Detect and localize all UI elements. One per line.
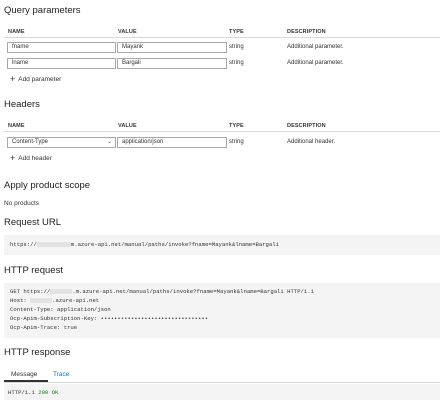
request-url-box: https://m.azure-api.net/manual/paths/inv… [4,235,440,255]
tab-message[interactable]: Message [11,371,37,378]
plus-icon: + [10,153,16,163]
header-name-select[interactable]: Content-Type ⌄ [7,137,116,148]
header-description: Additional header. [287,139,336,145]
add-parameter-button[interactable]: + Add parameter [10,74,62,84]
chevron-down-icon: ⌄ [106,139,112,145]
header-value-input[interactable]: application/json [117,137,227,148]
product-scope-title: Apply product scope [4,180,91,191]
header-type: string [229,139,244,145]
subscription-key-line: Ocp-Apim-Subscription-Key: •••••••••••••… [10,315,209,322]
request-url-text: https://m.azure-api.net/manual/paths/inv… [10,241,279,248]
header-name-value: Content-Type [12,139,49,145]
http-request-title: HTTP request [4,265,63,276]
headers-title: Headers [4,99,40,110]
col-name: NAME [8,29,25,35]
param-value-input[interactable]: Bargali [117,58,227,69]
param-name-input[interactable]: lname [7,58,116,69]
http-request-box: GET https://.m.azure-api.net/manual/path… [4,283,440,338]
request-url-title: Request URL [4,217,62,228]
http-response-title: HTTP response [4,347,71,358]
divider [4,37,440,38]
col-description: DESCRIPTION [287,29,326,35]
col-type: TYPE [229,123,244,129]
status-text: OK [51,389,59,396]
add-header-label: Add header [18,154,52,162]
status-line: HTTP/1.1 200 OK [8,389,59,396]
col-value: VALUE [118,29,137,35]
redacted-block [30,298,53,304]
plus-icon: + [10,74,16,84]
add-header-button[interactable]: + Add header [10,153,52,163]
status-code: 200 [38,389,49,396]
col-name: NAME [8,123,25,129]
param-description: Additional parameter. [287,44,344,50]
param-type: string [229,44,244,50]
col-description: DESCRIPTION [287,123,326,129]
content-type-line: Content-Type: application/json [10,306,111,313]
product-scope-value: No products [4,200,40,207]
host-line: Host: .azure-api.net [10,297,100,304]
divider [4,382,440,383]
trace-line: Ocp-Apim-Trace: true [10,324,78,331]
col-value: VALUE [118,123,137,129]
http-response-box: HTTP/1.1 200 OK [4,384,440,400]
redacted-block [50,289,73,295]
param-value-input[interactable]: Mayank [117,42,227,53]
param-type: string [229,60,244,66]
col-type: TYPE [229,29,244,35]
add-parameter-label: Add parameter [18,75,62,83]
tab-trace[interactable]: Trace [53,371,69,378]
redacted-block [36,242,71,248]
divider [4,131,440,132]
param-name-input[interactable]: fname [7,42,116,53]
param-description: Additional parameter. [287,60,344,66]
request-line: GET https://.m.azure-api.net/manual/path… [10,288,314,295]
query-parameters-title: Query parameters [4,5,81,16]
